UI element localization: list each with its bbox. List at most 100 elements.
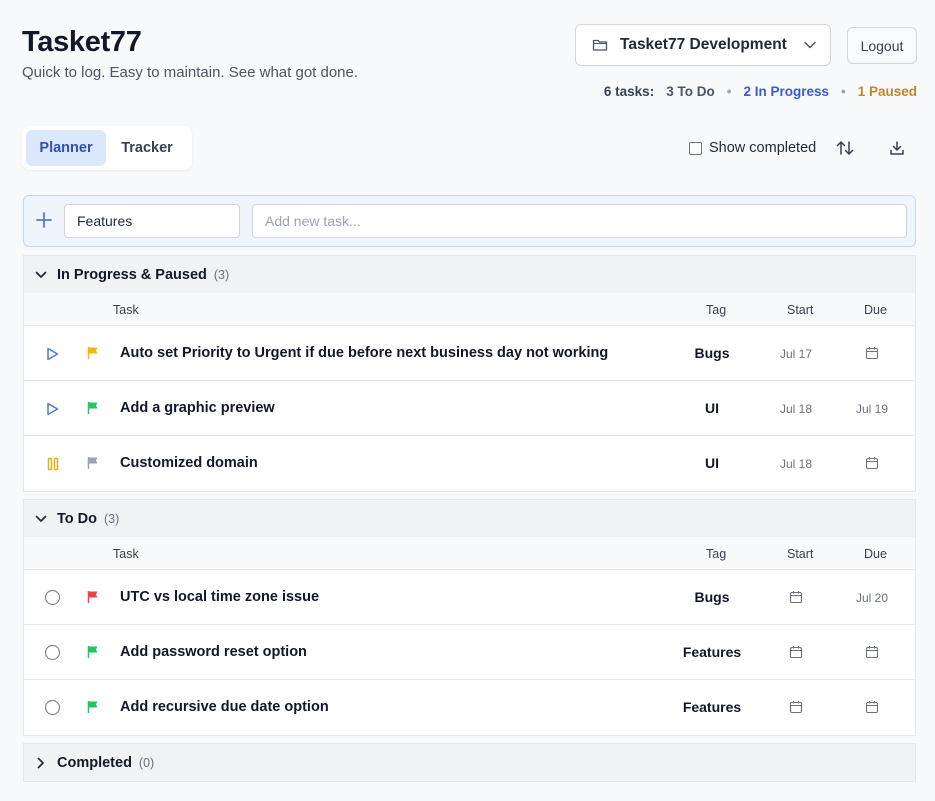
section-count: (3) [104,511,120,526]
project-selector-label: Tasket77 Development [620,36,787,53]
column-header-row: Task Tag Start Due [24,293,915,326]
tab-planner[interactable]: Planner [26,130,106,166]
task-start-date[interactable]: Jul 18 [769,457,823,471]
add-task-button[interactable] [34,210,54,230]
column-start: Start [787,303,814,317]
column-task: Task [113,303,139,317]
start-task-button[interactable] [44,400,61,417]
start-calendar-icon[interactable] [789,645,803,659]
chevron-down-icon [34,512,48,526]
column-task: Task [113,547,139,561]
task-tag[interactable]: Features [670,644,754,660]
logout-button[interactable]: Logout [847,27,917,64]
circle-icon [45,590,60,605]
chevron-down-icon [804,41,816,49]
column-tag: Tag [706,547,727,561]
view-tabs: Planner Tracker [22,126,192,170]
sort-icon [836,140,854,156]
sort-button[interactable] [833,136,857,160]
section-header-in-progress[interactable]: In Progress & Paused (3) [24,256,915,293]
priority-flag-icon[interactable] [86,346,100,360]
due-calendar-icon[interactable] [865,456,879,470]
task-start-date[interactable]: Jul 17 [769,347,823,361]
task-title[interactable]: UTC vs local time zone issue [120,589,319,605]
task-tag[interactable]: Features [670,699,754,715]
section-title: To Do [57,510,97,527]
start-calendar-icon[interactable] [789,590,803,604]
section-title: In Progress & Paused [57,266,207,283]
play-icon [46,347,59,361]
task-row[interactable]: Add password reset option Features [24,625,915,680]
new-task-input[interactable] [252,204,907,238]
task-row[interactable]: Customized domain UI Jul 18 [24,436,915,491]
download-button[interactable] [885,136,909,160]
folder-icon [592,38,608,52]
task-row[interactable]: Add recursive due date option Features [24,680,915,735]
play-icon [46,402,59,416]
start-task-button[interactable] [44,699,61,716]
column-tag: Tag [706,303,727,317]
due-calendar-icon[interactable] [865,645,879,659]
section-completed: Completed (0) [23,743,916,782]
task-due-date[interactable]: Jul 19 [845,402,899,416]
task-title[interactable]: Customized domain [120,455,258,471]
section-title: Completed [57,754,132,771]
task-tag[interactable]: Bugs [670,589,754,605]
summary-todo: 3 To Do [666,84,715,99]
start-calendar-icon[interactable] [789,700,803,714]
add-task-bar [23,195,916,247]
task-start-date[interactable]: Jul 18 [769,402,823,416]
task-title[interactable]: Add password reset option [120,644,307,660]
summary-separator: • [840,84,846,99]
summary-separator: • [726,84,732,99]
task-title[interactable]: Add a graphic preview [120,400,275,416]
section-header-completed[interactable]: Completed (0) [24,744,915,781]
start-task-button[interactable] [44,644,61,661]
circle-icon [45,645,60,660]
download-icon [889,140,905,156]
task-title[interactable]: Auto set Priority to Urgent if due befor… [120,345,608,361]
task-row[interactable]: UTC vs local time zone issue Bugs Jul 20 [24,570,915,625]
section-todo: To Do (3) Task Tag Start Due UTC vs loca… [23,499,916,736]
section-count: (3) [213,267,230,282]
task-tag[interactable]: UI [670,400,754,416]
priority-flag-icon[interactable] [86,645,100,659]
start-task-button[interactable] [44,589,61,606]
task-tag[interactable]: Bugs [670,345,754,361]
show-completed-checkbox[interactable] [689,141,702,155]
task-row[interactable]: Add a graphic preview UI Jul 18 Jul 19 [24,381,915,436]
tab-tracker[interactable]: Tracker [106,130,188,166]
chevron-right-icon [34,756,48,770]
column-header-row: Task Tag Start Due [24,537,915,570]
start-task-button[interactable] [44,345,61,362]
app-title: Tasket77 [22,26,142,58]
show-completed-label: Show completed [709,140,817,156]
circle-icon [45,700,60,715]
task-summary: 6 tasks: 3 To Do • 2 In Progress • 1 Pau… [604,84,917,99]
resume-task-button[interactable] [44,455,61,472]
section-count: (0) [138,755,155,770]
chevron-down-icon [34,268,48,282]
task-tag[interactable]: UI [670,455,754,471]
summary-paused: 1 Paused [857,84,917,99]
section-header-todo[interactable]: To Do (3) [24,500,915,537]
task-title[interactable]: Add recursive due date option [120,699,329,715]
priority-flag-icon[interactable] [86,401,100,415]
show-completed-toggle[interactable]: Show completed [689,140,816,156]
summary-in-progress: 2 In Progress [743,84,829,99]
column-due: Due [864,547,887,561]
due-calendar-icon[interactable] [865,346,879,360]
due-calendar-icon[interactable] [865,700,879,714]
summary-total: 6 tasks: [603,84,655,99]
task-row[interactable]: Auto set Priority to Urgent if due befor… [24,326,915,381]
task-due-date[interactable]: Jul 20 [845,591,899,605]
app-subtitle: Quick to log. Easy to maintain. See what… [22,64,359,81]
section-in-progress: In Progress & Paused (3) Task Tag Start … [23,255,916,492]
pause-icon [47,457,59,471]
priority-flag-icon[interactable] [86,456,100,470]
priority-flag-icon[interactable] [86,590,100,604]
tag-input[interactable] [64,204,240,238]
column-due: Due [864,303,887,317]
project-selector[interactable]: Tasket77 Development [575,24,831,66]
priority-flag-icon[interactable] [86,700,100,714]
